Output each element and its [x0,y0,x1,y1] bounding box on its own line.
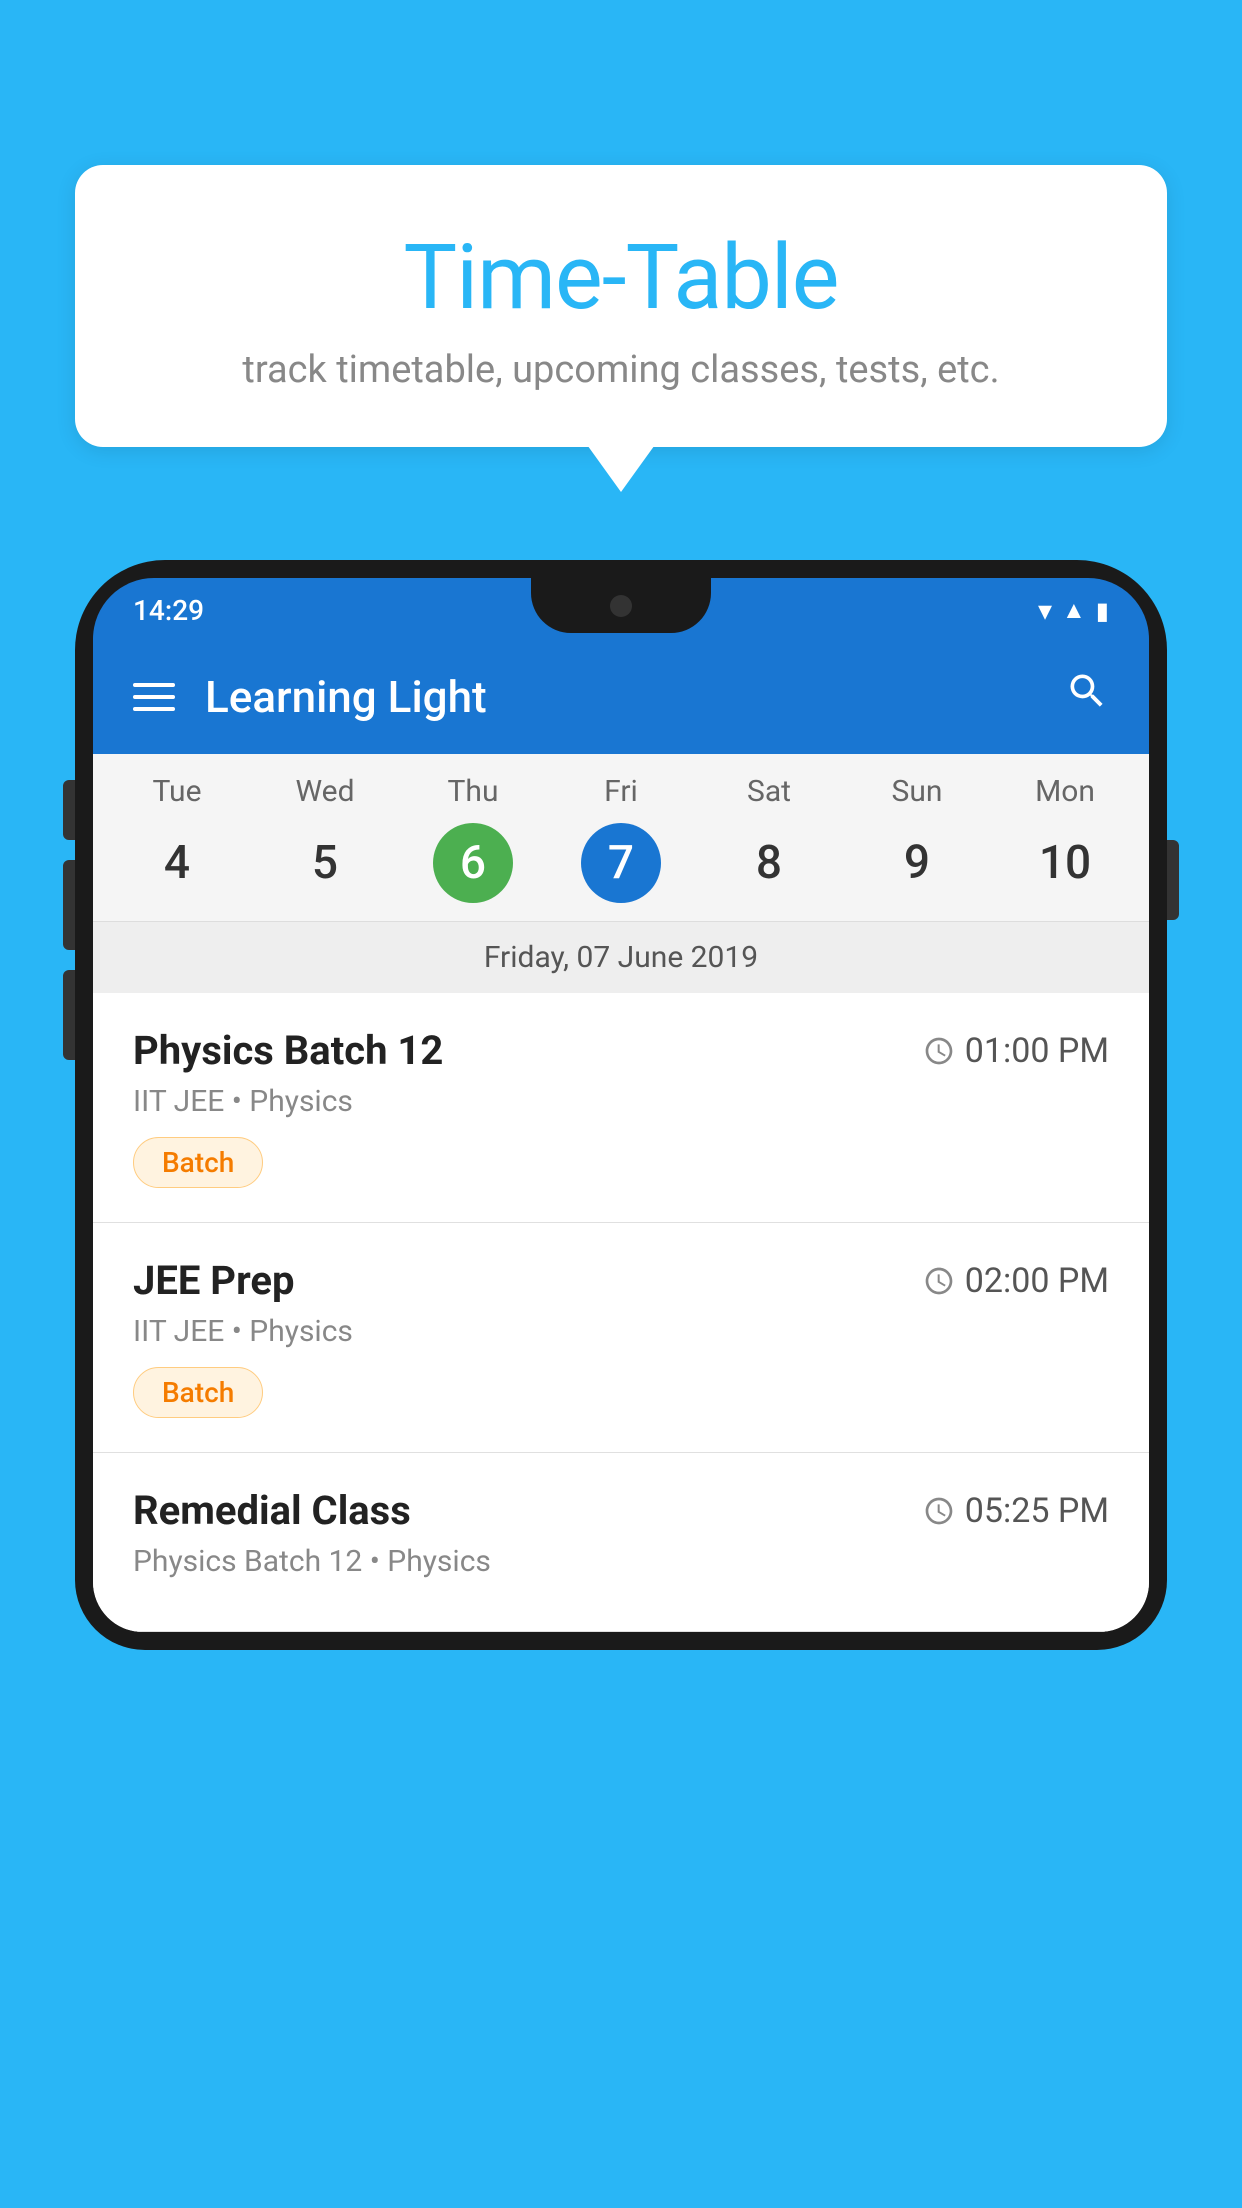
app-title: Learning Light [205,671,1065,723]
status-time: 14:29 [133,594,204,627]
day-name: Sun [892,774,943,809]
bubble-subtitle: track timetable, upcoming classes, tests… [115,348,1127,392]
schedule-item[interactable]: Physics Batch 12 01:00 PM IIT JEE • Physic… [93,993,1149,1223]
batch-tag: Batch [133,1367,263,1418]
calendar-day-sun[interactable]: Sun 9 [852,774,982,921]
day-name: Sat [747,774,791,809]
batch-tag: Batch [133,1137,263,1188]
phone-screen: Learning Light Tue4Wed5Thu6Fri7Sat8Sun9M… [93,639,1149,1632]
day-number: 10 [1025,823,1105,903]
time-text: 05:25 PM [965,1491,1109,1531]
calendar-day-sat[interactable]: Sat 8 [704,774,834,921]
clock-icon [923,1035,955,1067]
day-number: 7 [581,823,661,903]
schedule-header: Physics Batch 12 01:00 PM [133,1027,1109,1074]
schedule-meta: Physics Batch 12 • Physics [133,1544,1109,1579]
calendar-day-tue[interactable]: Tue 4 [112,774,242,921]
calendar-day-wed[interactable]: Wed 5 [260,774,390,921]
days-row: Tue 4 Wed 5 Thu 6 Fri 7 Sat 8 Sun 9 Mon 10 [93,774,1149,921]
battery-icon: ▮ [1096,597,1109,625]
camera [610,595,632,617]
day-number: 9 [877,823,957,903]
schedule-time: 01:00 PM [923,1031,1109,1071]
time-text: 01:00 PM [965,1031,1109,1071]
schedule-item[interactable]: Remedial Class 05:25 PM Physics Batch 12 •… [93,1453,1149,1632]
clock-icon [923,1495,955,1527]
schedule-header: Remedial Class 05:25 PM [133,1487,1109,1534]
phone-outer: 14:29 ▾ ▲ ▮ Learning Light [75,560,1167,1650]
time-text: 02:00 PM [965,1261,1109,1301]
status-bar: 14:29 ▾ ▲ ▮ [93,578,1149,639]
speech-bubble: Time-Table track timetable, upcoming cla… [75,165,1167,447]
hamburger-menu-button[interactable] [133,683,175,711]
clock-icon [923,1265,955,1297]
bubble-title: Time-Table [115,225,1127,330]
schedule-time: 02:00 PM [923,1261,1109,1301]
schedule-time: 05:25 PM [923,1491,1109,1531]
schedule-header: JEE Prep 02:00 PM [133,1257,1109,1304]
day-number: 8 [729,823,809,903]
day-name: Wed [296,774,355,809]
schedule-list: Physics Batch 12 01:00 PM IIT JEE • Physic… [93,993,1149,1632]
day-number: 5 [285,823,365,903]
wifi-icon: ▾ [1038,594,1052,627]
schedule-name: Remedial Class [133,1487,411,1534]
day-number: 6 [433,823,513,903]
calendar-day-thu[interactable]: Thu 6 [408,774,538,921]
volume-mute-button [63,780,75,840]
day-name: Tue [153,774,202,809]
app-bar: Learning Light [93,639,1149,754]
status-icons: ▾ ▲ ▮ [1038,594,1109,627]
day-name: Mon [1035,774,1095,809]
schedule-item[interactable]: JEE Prep 02:00 PM IIT JEE • Physics Batch [93,1223,1149,1453]
volume-down-button [63,970,75,1060]
schedule-name: Physics Batch 12 [133,1027,443,1074]
day-name: Fri [604,774,638,809]
calendar-strip: Tue 4 Wed 5 Thu 6 Fri 7 Sat 8 Sun 9 Mon 10 Friday, 07… [93,754,1149,993]
schedule-meta: IIT JEE • Physics [133,1314,1109,1349]
day-name: Thu [448,774,499,809]
day-number: 4 [137,823,217,903]
selected-date-label: Friday, 07 June 2019 [93,921,1149,993]
search-icon[interactable] [1065,669,1109,724]
notch [531,578,711,633]
volume-up-button [63,860,75,950]
phone-mockup: 14:29 ▾ ▲ ▮ Learning Light [75,560,1167,2208]
power-button [1167,840,1179,920]
signal-icon: ▲ [1062,596,1086,625]
schedule-name: JEE Prep [133,1257,294,1304]
calendar-day-mon[interactable]: Mon 10 [1000,774,1130,921]
schedule-meta: IIT JEE • Physics [133,1084,1109,1119]
calendar-day-fri[interactable]: Fri 7 [556,774,686,921]
